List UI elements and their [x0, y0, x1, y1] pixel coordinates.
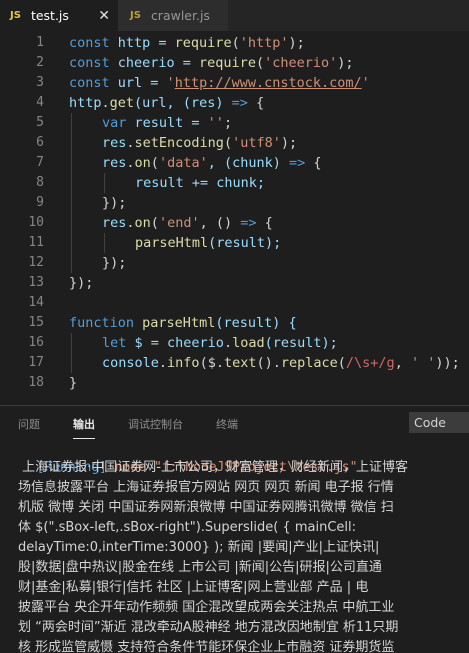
output-line: 划 “两会时间”渐近 混改牵动A股神经 地方混改因地制宜 析11只期 — [18, 620, 399, 635]
output-line: 披露平台 央企开年动作频频 国企混改望成两会关注热点 中航工业 — [18, 600, 395, 615]
indent-guide — [104, 233, 105, 253]
line-number: 10 — [28, 215, 44, 230]
code-text: const url = 'http://www.cnstock.com/' — [69, 75, 370, 91]
indent-guide — [71, 113, 72, 133]
code-text: const cheerio = require('cheerio'); — [69, 55, 354, 71]
line-number: 1 — [36, 35, 44, 50]
tab-label: test.js — [30, 8, 69, 23]
code-text: res.on('end', () => { — [102, 215, 273, 231]
line-number: 7 — [36, 155, 44, 170]
code-text: let $ = cheerio.load(result); — [102, 335, 338, 351]
indent-guide — [71, 253, 72, 273]
output-line: 场信息披露平台 上海证券报官方网站 网页 网页 新闻 电子报 行情 — [18, 480, 394, 495]
editor-tab-bar: JS test.js ✕ JS crawler.js — [0, 0, 469, 31]
code-line[interactable]: 8 result += chunk; — [0, 173, 469, 193]
code-line[interactable]: 10 res.on('end', () => { — [0, 213, 469, 233]
code-line[interactable]: 5 var result = ''; — [0, 113, 469, 133]
code-text: }); — [102, 195, 127, 211]
code-text: function parseHtml(result) { — [69, 315, 297, 331]
line-number: 18 — [28, 375, 44, 390]
line-number: 12 — [28, 255, 44, 270]
code-line[interactable]: 2 const cheerio = require('cheerio'); — [0, 53, 469, 73]
code-line[interactable]: 14 — [0, 293, 469, 313]
code-line[interactable]: 12}); — [0, 253, 469, 273]
indent-guide — [71, 133, 72, 153]
indent-guide — [71, 173, 72, 193]
output-run-line: [Running] node "f:\NodeJSProject\test.js… — [20, 438, 358, 475]
code-line[interactable]: 9}); — [0, 193, 469, 213]
code-text: }); — [102, 255, 127, 271]
code-line[interactable]: 4 http.get(url, (res) => { — [0, 93, 469, 113]
line-number: 6 — [36, 135, 44, 150]
code-text: result += chunk; — [135, 175, 266, 191]
tab-test-js[interactable]: JS test.js ✕ — [0, 0, 118, 31]
line-number: 4 — [36, 95, 44, 110]
javascript-file-icon: JS — [130, 10, 141, 21]
close-icon[interactable]: ✕ — [98, 8, 110, 24]
code-line[interactable]: 15 function parseHtml(result) { — [0, 313, 469, 333]
line-number: 15 — [28, 315, 44, 330]
output-line: 财|基金|私募|银行|信托 社区 |上证博客|网上营业部 产品 | 电 — [18, 580, 369, 595]
line-number: 8 — [36, 175, 44, 190]
indent-guide — [71, 153, 72, 173]
indent-guide — [71, 213, 72, 233]
line-number: 14 — [28, 295, 44, 310]
output-line: 上海证券报·中国证券网-上市公司，财富管理，财经新闻，上证博客 — [18, 460, 408, 475]
line-number: 3 — [36, 75, 44, 90]
code-text: http.get(url, (res) => { — [69, 95, 265, 111]
line-number: 5 — [36, 115, 44, 130]
tab-output[interactable]: 输出 — [73, 416, 95, 439]
tab-terminal[interactable]: 终端 — [216, 416, 238, 432]
line-number: 17 — [28, 355, 44, 370]
code-line[interactable]: 3 const url = 'http://www.cnstock.com/' — [0, 73, 469, 93]
code-line[interactable]: 16 let $ = cheerio.load(result); — [0, 333, 469, 353]
output-channel-select[interactable]: Code — [409, 412, 469, 433]
line-number: 2 — [36, 55, 44, 70]
code-line[interactable]: 6 res.setEncoding('utf8'); — [0, 133, 469, 153]
line-number: 13 — [28, 275, 44, 290]
line-number: 16 — [28, 335, 44, 350]
tab-problems[interactable]: 问题 — [18, 416, 40, 432]
code-text: var result = ''; — [102, 115, 233, 131]
line-number: 9 — [36, 195, 44, 210]
output-line: 股|数据|盘中热议|股金在线 上市公司 |新闻|公告|研报|公司直通 — [18, 560, 382, 575]
code-line[interactable]: 18} — [0, 373, 469, 393]
code-line[interactable]: 11 parseHtml(result); — [0, 233, 469, 253]
tab-crawler-js[interactable]: JS crawler.js — [118, 0, 228, 31]
output-content: [Running] node "f:\NodeJSProject\test.js… — [0, 438, 469, 653]
indent-guide — [104, 173, 105, 193]
indent-guide — [71, 193, 72, 213]
output-line: 核 形成监管威慑 支持符合条件节能环保企业上市融资 证券期货监 — [18, 640, 395, 653]
panel-header: 问题 输出 调试控制台 终端 Code — [0, 405, 469, 439]
code-text: const http = require('http'); — [69, 35, 305, 51]
indent-guide — [71, 233, 72, 253]
tab-label: crawler.js — [150, 8, 210, 23]
tab-debug-console[interactable]: 调试控制台 — [128, 416, 183, 432]
indent-guide — [71, 353, 72, 373]
code-text: parseHtml(result); — [135, 235, 282, 251]
line-number: 11 — [28, 235, 44, 250]
output-line: 机版 微博 关闭 中国证券网新浪微博 中国证券网腾讯微博 微信 扫 — [18, 500, 394, 515]
code-text: } — [69, 375, 78, 391]
code-line[interactable]: 1 const http = require('http'); — [0, 33, 469, 53]
code-text: res.setEncoding('utf8'); — [102, 135, 298, 151]
code-text: }); — [69, 275, 94, 291]
indent-guide — [71, 333, 72, 353]
code-text: console.info($.text().replace(/\s+/g, ' … — [102, 355, 460, 371]
output-line: delayTime:0,interTime:3000} ); 新闻 |要闻|产业… — [18, 540, 380, 555]
code-editor[interactable]: 1 const http = require('http'); 2 const che… — [0, 31, 469, 405]
code-line[interactable]: 13}); — [0, 273, 469, 293]
code-text: res.on('data', (chunk) => { — [102, 155, 322, 171]
code-line[interactable]: 7 res.on('data', (chunk) => { — [0, 153, 469, 173]
javascript-file-icon: JS — [10, 10, 21, 21]
code-line[interactable]: 17 console.info($.text().replace(/\s+/g, … — [0, 353, 469, 373]
output-line: 体 $(".sBox-left,.sBox-right").Superslide… — [18, 520, 356, 535]
